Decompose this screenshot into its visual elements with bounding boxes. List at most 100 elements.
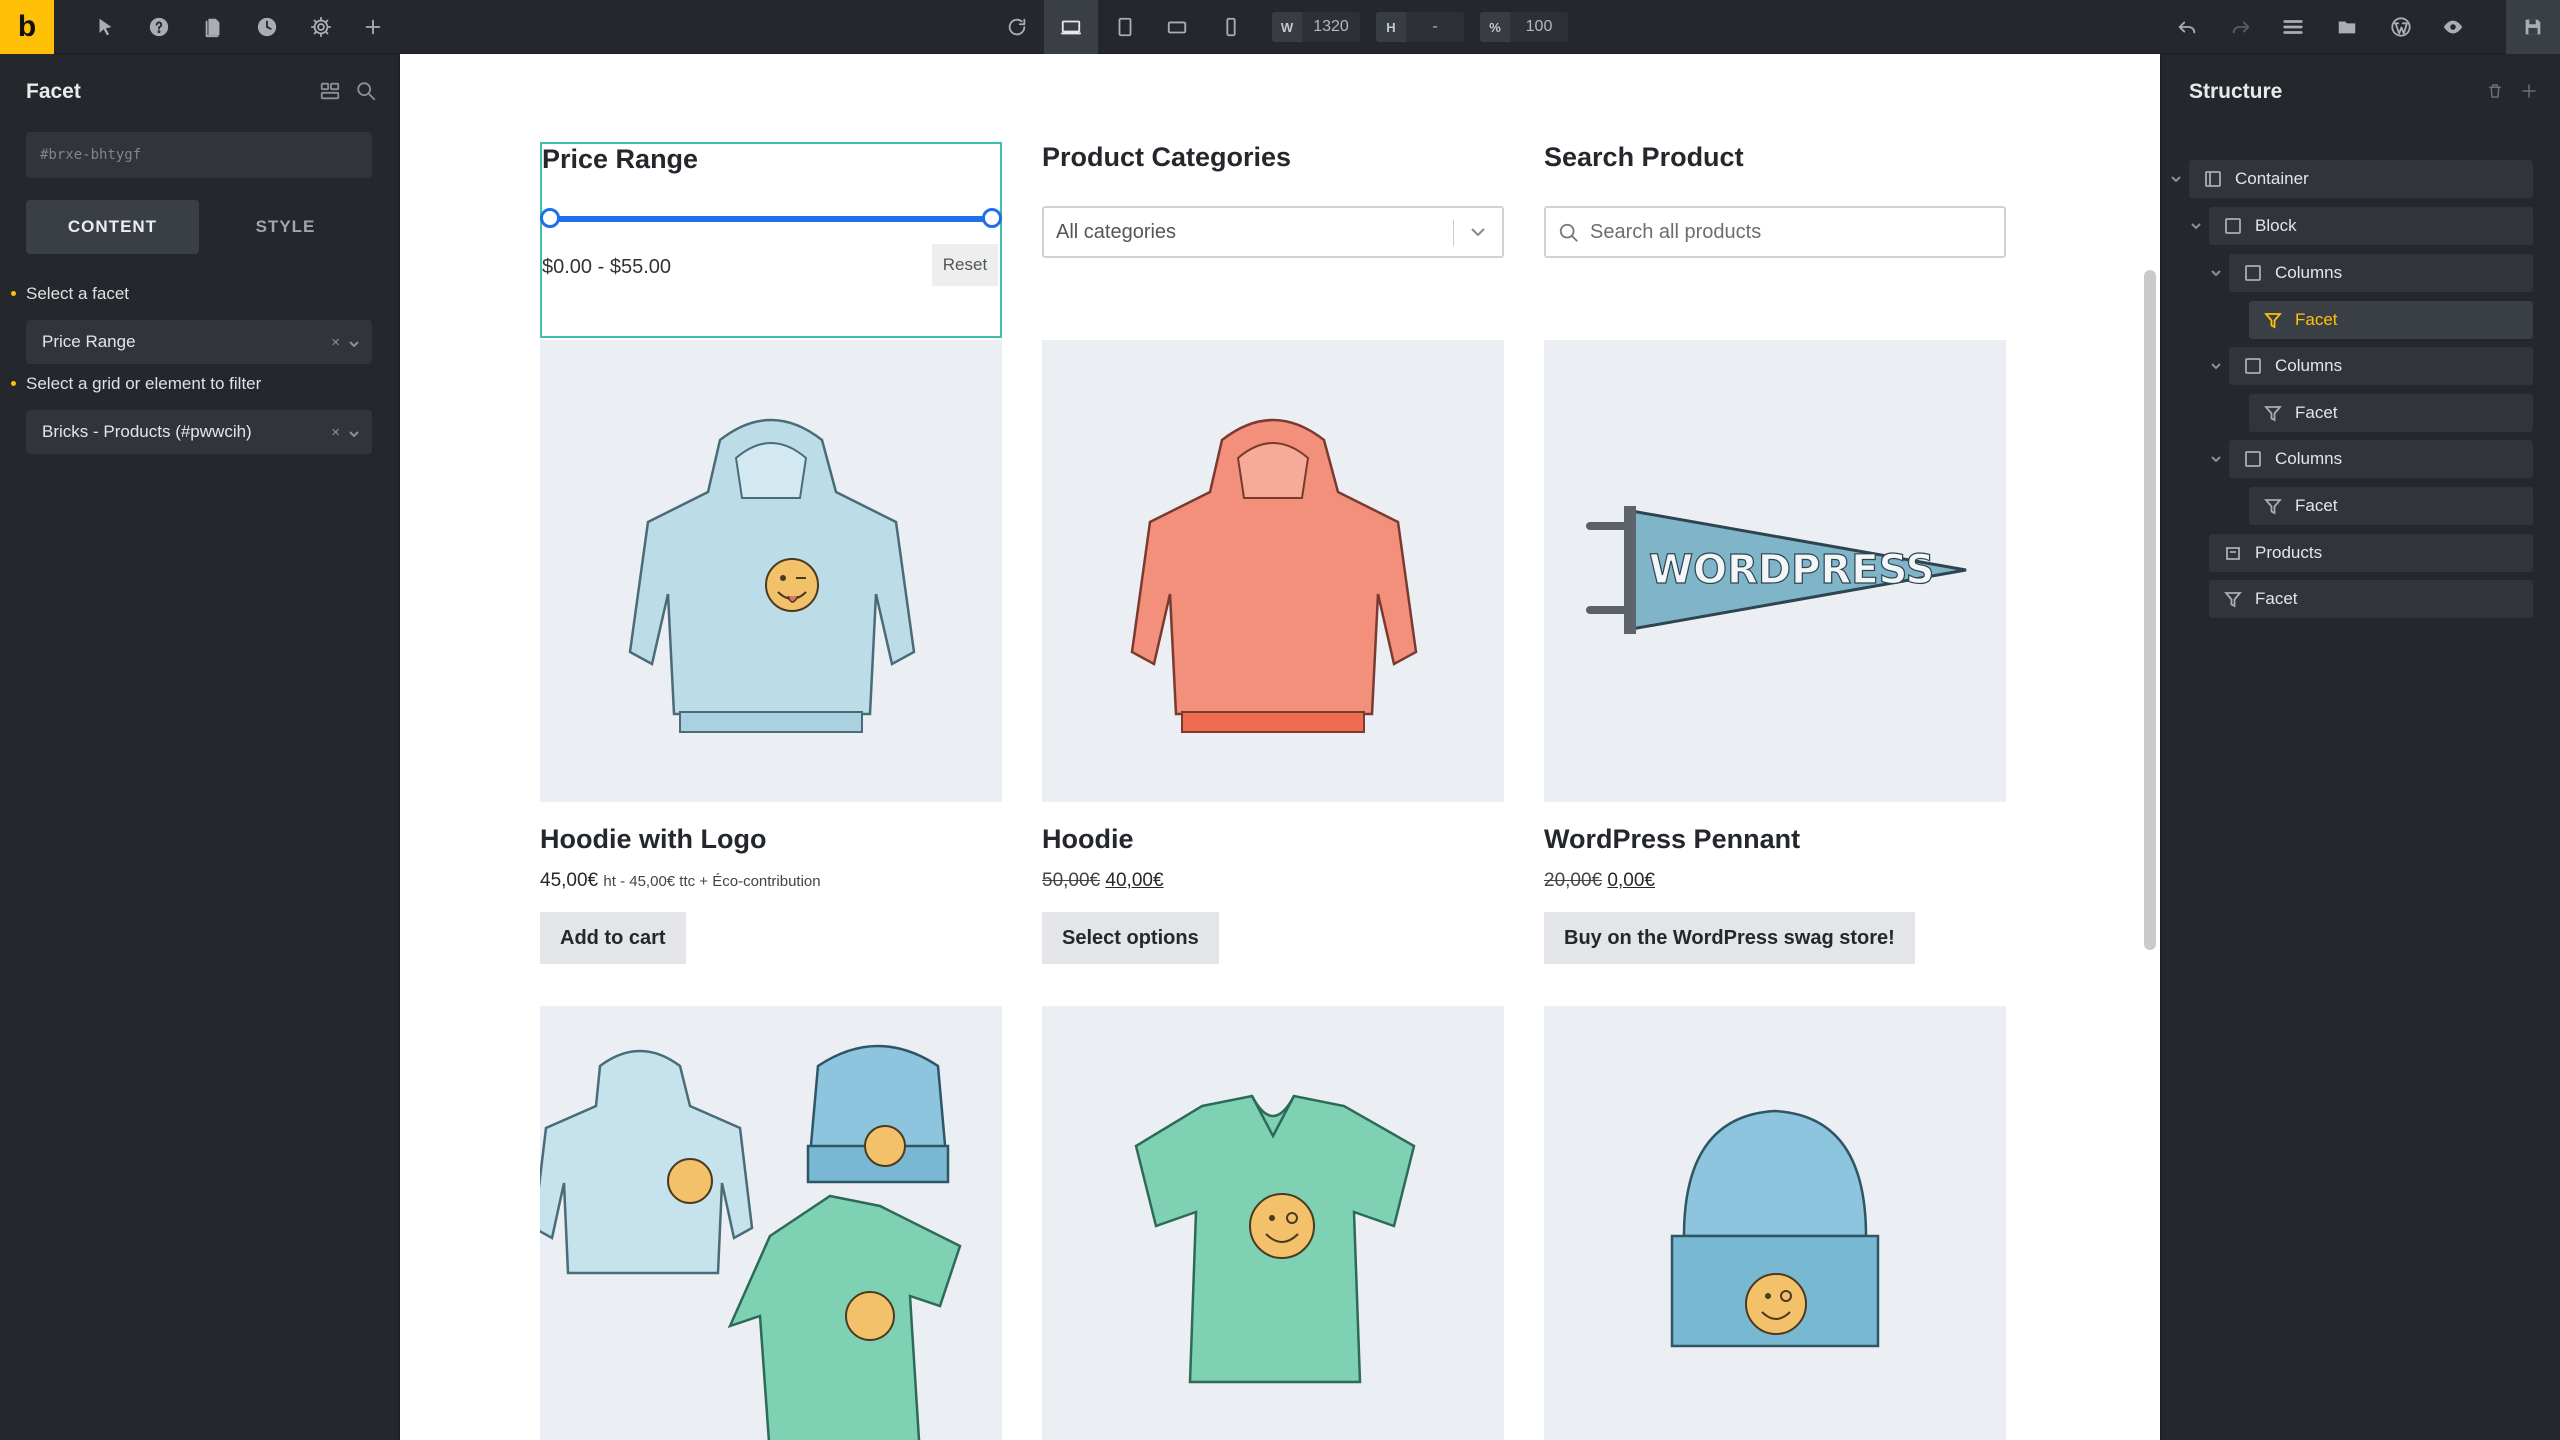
search-icon [1559,223,1578,242]
reload-icon[interactable] [990,0,1044,54]
structure-title: Structure [2189,80,2283,103]
mobile-icon[interactable] [1204,0,1258,54]
height-value[interactable]: - [1406,12,1464,42]
zoom-value[interactable]: 100 [1510,12,1568,42]
structure-item-facet[interactable]: Facet [2249,487,2533,525]
folder-icon[interactable] [2320,0,2374,54]
help-icon[interactable] [132,0,186,54]
structure-item-label: Facet [2295,496,2338,515]
chevron-down-icon[interactable] [2209,452,2223,466]
categories-select-value: All categories [1056,220,1177,243]
facet-select[interactable]: Price Range × [26,320,372,364]
zoom-label: % [1480,12,1510,42]
structure-item-facet[interactable]: Facet [2249,394,2533,432]
price-range-value: $0.00 - $55.00 [542,256,671,278]
price-slider-min-handle[interactable] [540,208,560,228]
structure-item-container[interactable]: Container [2189,160,2533,198]
reset-button[interactable]: Reset [932,244,998,286]
structure-item-facet[interactable]: Facet [2209,580,2533,618]
product-image[interactable] [1544,1006,2006,1440]
price-slider-track[interactable] [550,216,992,222]
structure-item-columns[interactable]: Columns [2229,347,2533,385]
canvas-height-field[interactable]: H - [1376,12,1464,42]
target-select[interactable]: Bricks - Products (#pwwcih) × [26,410,372,454]
search-icon[interactable] [355,80,377,107]
product-image[interactable] [1042,1006,1504,1440]
block-icon [2223,216,2243,236]
hoodie-orange-icon [1130,418,1418,733]
price-slider-max-handle[interactable] [982,208,1002,228]
price-range-facet[interactable]: Price Range $0.00 - $55.00 Reset [540,142,1002,338]
product-name[interactable]: Hoodie with Logo [540,824,766,855]
tab-style[interactable]: STYLE [199,200,372,254]
product-search-input[interactable]: Search all products [1544,206,2006,258]
zoom-field[interactable]: % 100 [1480,12,1568,42]
panel-tabs: CONTENT STYLE [26,200,372,254]
structure-item-label: Products [2255,543,2323,562]
search-title: Search Product [1544,142,1744,172]
clear-icon[interactable]: × [331,334,340,351]
structure-item-label: Facet [2295,403,2338,422]
structure-item-block[interactable]: Block [2209,207,2533,245]
chevron-down-icon[interactable] [2169,172,2183,186]
filter-icon [2223,589,2243,609]
undo-icon[interactable] [2160,0,2214,54]
product-name[interactable]: WordPress Pennant [1544,824,1800,855]
products-icon [2223,543,2243,563]
top-toolbar: b W 1320 H - % 100 [0,0,2560,54]
structure-item-columns[interactable]: Columns [2229,440,2533,478]
redo-icon[interactable] [2214,0,2268,54]
filter-icon [2263,403,2283,423]
structure-item-columns[interactable]: Columns [2229,254,2533,292]
canvas-width-field[interactable]: W 1320 [1272,12,1360,42]
beanie-icon [1670,1109,1880,1348]
structure-toggle-icon[interactable] [2266,0,2320,54]
preview-eye-icon[interactable] [2426,0,2480,54]
canvas-scrollbar[interactable] [2144,270,2156,950]
width-value[interactable]: 1320 [1302,12,1360,42]
categories-select[interactable]: All categories [1042,206,1504,258]
trash-icon[interactable] [2486,82,2504,105]
block-icon [2243,356,2263,376]
history-icon[interactable] [240,0,294,54]
pennant-icon: WORDPRESS [1586,506,1967,634]
tab-content[interactable]: CONTENT [26,200,199,254]
tablet-landscape-icon[interactable] [1150,0,1204,54]
chevron-down-icon[interactable] [2209,359,2223,373]
product-image[interactable] [540,340,1002,802]
css-id-input[interactable]: #brxe-bhtygf [26,132,372,178]
pages-icon[interactable] [186,0,240,54]
structure-item-products[interactable]: Products [2209,534,2533,572]
wordpress-icon[interactable] [2374,0,2428,54]
product-name[interactable]: Hoodie [1042,824,1134,855]
tablet-portrait-icon[interactable] [1098,0,1152,54]
settings-icon[interactable] [294,0,348,54]
cursor-icon[interactable] [78,0,132,54]
target-select-value: Bricks - Products (#pwwcih) [42,422,252,441]
bricks-logo[interactable]: b [0,0,54,54]
product-price: 45,00€ ht - 45,00€ ttc + Éco-contributio… [540,870,821,891]
expand-icon[interactable] [2520,82,2538,105]
product-image[interactable] [540,1006,1002,1440]
product-image[interactable]: WORDPRESS [1544,340,2006,802]
element-classes-icon[interactable] [319,80,341,107]
element-settings-panel: Facet #brxe-bhtygf CONTENT STYLE Select … [0,54,400,1440]
structure-item-facet[interactable]: Facet [2249,301,2533,339]
save-icon[interactable] [2506,0,2560,54]
structure-item-label: Facet [2295,310,2338,329]
builder-canvas: Price Range $0.00 - $55.00 Reset Product… [400,54,2160,1440]
add-element-icon[interactable] [346,0,400,54]
container-icon [2203,169,2223,189]
structure-item-label: Block [2255,216,2297,235]
chevron-down-icon[interactable] [2209,266,2223,280]
structure-item-label: Container [2235,169,2309,188]
product-image[interactable] [1042,340,1504,802]
chevron-down-icon[interactable] [2189,219,2203,233]
select-options-button[interactable]: Select options [1042,912,1219,964]
buy-external-button[interactable]: Buy on the WordPress swag store! [1544,912,1915,964]
add-to-cart-button[interactable]: Add to cart [540,912,686,964]
clear-icon[interactable]: × [331,424,340,441]
block-icon [2243,263,2263,283]
desktop-breakpoint-icon[interactable] [1044,0,1098,54]
width-label: W [1272,12,1302,42]
